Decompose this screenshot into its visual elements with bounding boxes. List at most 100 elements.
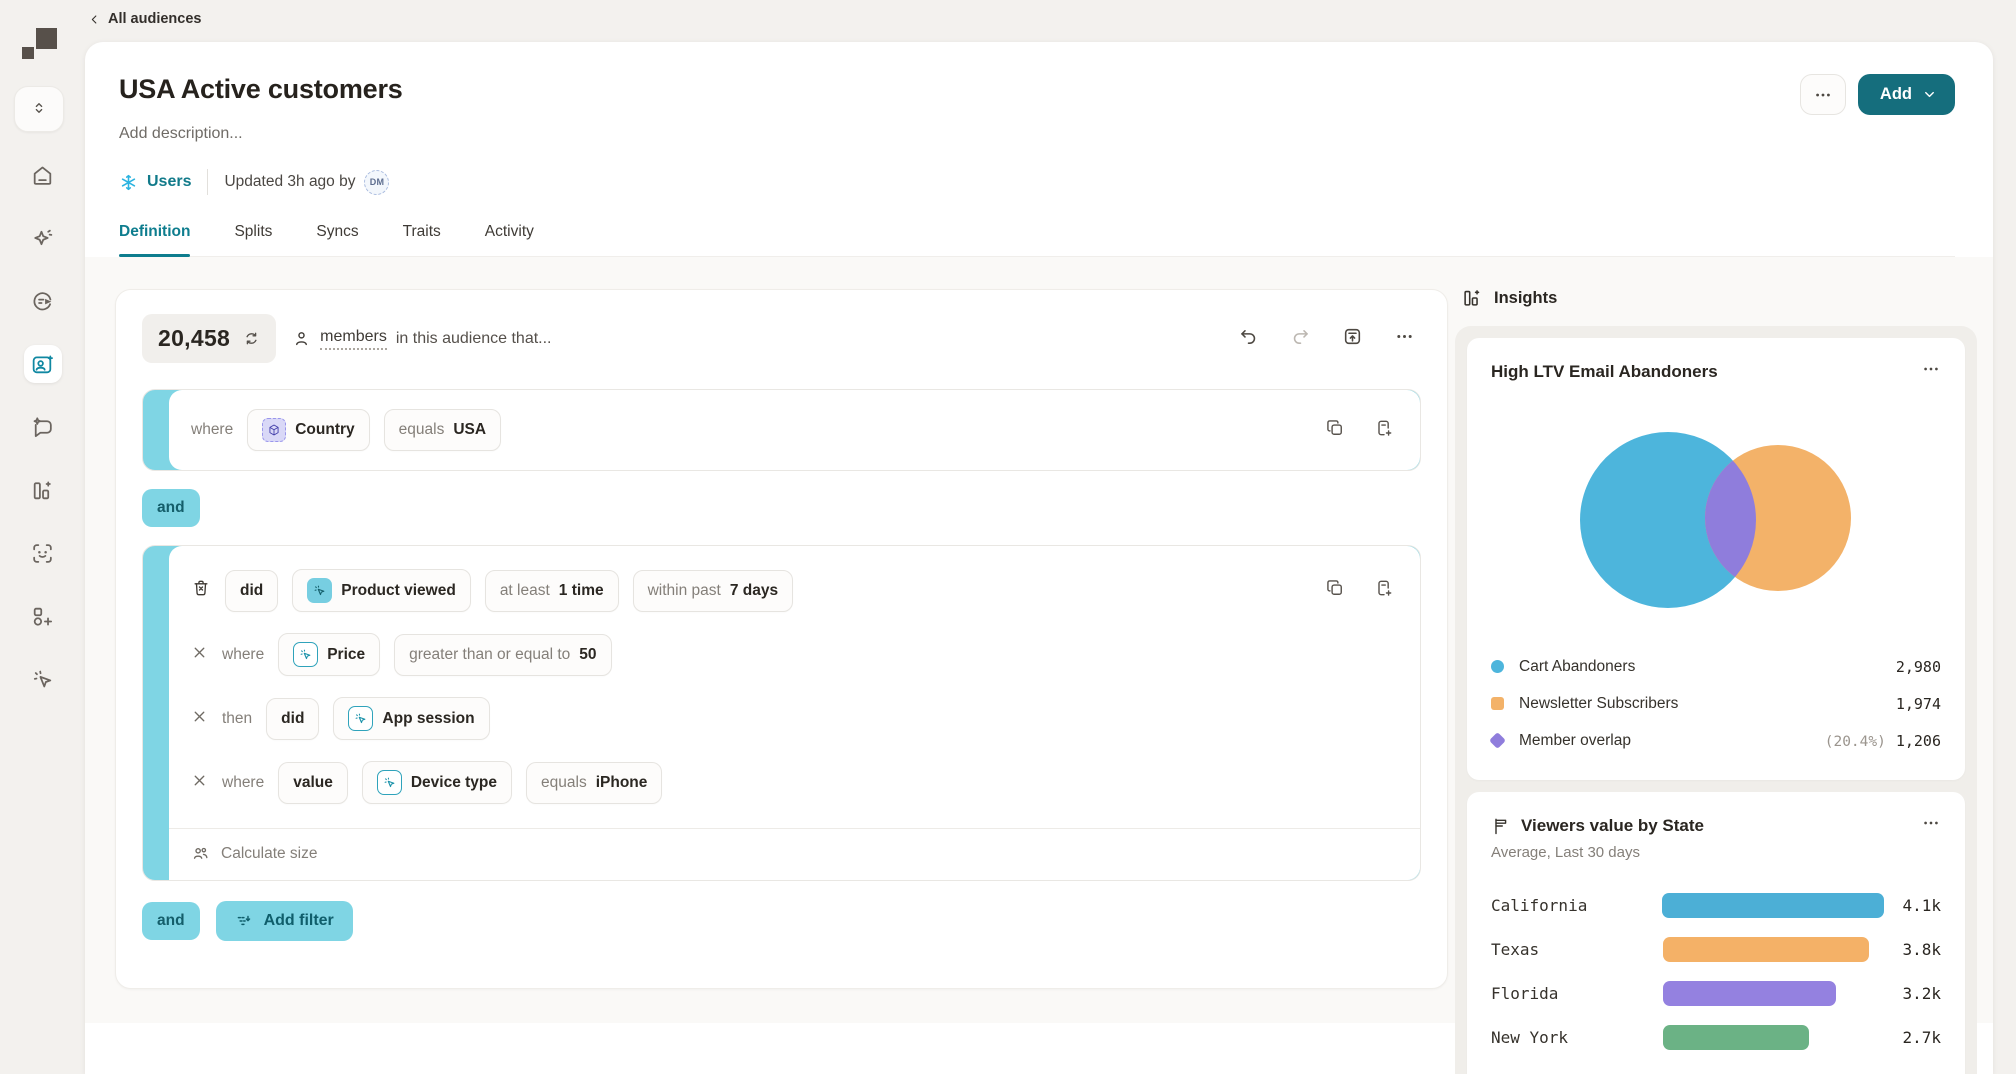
users-group-icon [191,844,210,863]
cursor-sparkle-icon [30,667,55,692]
shapes-plus-icon [30,604,55,629]
legend-row: Member overlap(20.4%)1,206 [1491,722,1941,759]
and-operator-chip[interactable]: and [142,489,200,527]
ellipsis-icon [1394,326,1415,347]
bar-row: New York2.7k [1491,1025,1941,1050]
bar-row: Florida3.2k [1491,981,1941,1006]
and-operator-chip[interactable]: and [142,902,200,940]
insights-header: Insights [1455,287,1977,309]
save-as-trait-button[interactable] [1374,418,1394,443]
members-phrase: members in this audience that... [292,328,551,350]
snowflake-icon [119,173,138,192]
duplicate-condition-button[interactable] [1325,578,1345,603]
property-pill-price[interactable]: Price [278,633,380,676]
legend-value: (20.4%)1,206 [1825,732,1941,750]
calculate-size-button[interactable]: Calculate size [169,828,1420,880]
updated-text: Updated 3h ago by DM [224,170,389,195]
chevron-down-icon [1922,87,1937,102]
condition-prefix: where [191,421,233,439]
bar[interactable] [1662,893,1884,918]
insight-card-subtitle: Average, Last 30 days [1491,844,1941,861]
file-plus-icon [1374,578,1394,598]
breadcrumb[interactable]: All audiences [88,11,201,27]
bar-category-label: Texas [1491,940,1663,959]
legend-percent: (20.4%) [1825,734,1886,750]
delete-condition-button[interactable] [191,578,211,603]
insight-card-venn: High LTV Email Abandoners Cart Abandoner… [1467,338,1965,780]
chevron-updown-icon [30,99,48,120]
save-draft-button[interactable] [1342,326,1363,352]
legend-value: 1,974 [1896,695,1941,713]
bar[interactable] [1663,937,1869,962]
avatar[interactable]: DM [364,170,389,195]
tab-definition[interactable]: Definition [119,223,190,256]
header-more-button[interactable] [1800,74,1846,115]
event-pill-product-viewed[interactable]: Product viewed [292,569,471,612]
bar-track [1663,981,1885,1006]
sidebar-item-messaging[interactable] [24,408,62,446]
event-pill-app-session[interactable]: App session [333,697,489,740]
operator-pill-device[interactable]: equals iPhone [526,762,662,804]
sidebar-item-analytics[interactable] [24,471,62,509]
save-as-trait-button[interactable] [1374,578,1394,603]
bar-track [1663,1025,1885,1050]
property-pill-device-type[interactable]: Device type [362,761,512,804]
journey-face-icon [30,289,55,314]
time-window-pill[interactable]: within past 7 days [633,570,794,612]
legend-marker-diamond [1489,732,1506,749]
sidebar-item-journeys[interactable] [24,282,62,320]
remove-subcondition-button[interactable] [191,772,208,794]
logo-square-small [22,47,34,59]
sidebar-item-ai-assistant[interactable] [24,660,62,698]
undo-button[interactable] [1238,326,1259,352]
remove-subcondition-button[interactable] [191,708,208,730]
x-icon [191,644,208,661]
refresh-icon[interactable] [243,330,260,347]
app-container: USA Active customers Add Add description… [85,42,1993,1074]
source-link[interactable]: Users [119,173,191,192]
copy-icon [1325,418,1345,438]
tab-splits[interactable]: Splits [234,223,272,256]
attribute-pill-country[interactable]: Country [247,409,369,451]
card-more-button[interactable] [1921,359,1941,384]
redo-button[interactable] [1290,326,1311,352]
flag-lines-icon [1491,816,1511,836]
tab-activity[interactable]: Activity [485,223,534,256]
add-filter-button[interactable]: Add filter [216,901,353,941]
bar-value-label: 4.1k [1902,896,1941,915]
insight-card-title: Viewers value by State [1491,816,1704,836]
x-icon [191,708,208,725]
add-button[interactable]: Add [1858,74,1955,115]
insights-list: High LTV Email Abandoners Cart Abandoner… [1455,326,1977,1074]
operator-pill-country[interactable]: equals USA [384,409,501,451]
bar[interactable] [1663,981,1836,1006]
member-count-pill[interactable]: 20,458 [142,314,276,363]
sidebar-item-identity[interactable] [24,534,62,572]
x-icon [191,772,208,789]
definition-more-button[interactable] [1394,326,1415,352]
sidebar-item-home[interactable] [24,156,62,194]
event-cursor-spark-icon [377,770,402,795]
remove-subcondition-button[interactable] [191,644,208,666]
card-more-button[interactable] [1921,813,1941,838]
chevron-left-icon [88,13,101,26]
legend-value: 2,980 [1896,658,1941,676]
sidebar-item-catalog[interactable] [24,597,62,635]
description-placeholder[interactable]: Add description... [119,125,1955,143]
tab-traits[interactable]: Traits [403,223,441,256]
insight-card-bars: Viewers value by State Average, Last 30 … [1467,792,1965,1074]
did-pill[interactable]: did [266,698,319,740]
sidebar-item-audiences[interactable] [24,345,62,383]
frequency-pill[interactable]: at least 1 time [485,570,619,612]
trash-icon [191,578,211,598]
workspace-switcher-button[interactable] [14,86,64,132]
bar[interactable] [1663,1025,1809,1050]
value-pill[interactable]: value [278,762,348,804]
duplicate-condition-button[interactable] [1325,418,1345,443]
members-link[interactable]: members [320,328,387,350]
did-pill[interactable]: did [225,570,278,612]
ellipsis-icon [1921,359,1941,379]
tab-syncs[interactable]: Syncs [316,223,358,256]
operator-pill-price[interactable]: greater than or equal to 50 [394,634,611,676]
sidebar-item-connections[interactable] [24,219,62,257]
